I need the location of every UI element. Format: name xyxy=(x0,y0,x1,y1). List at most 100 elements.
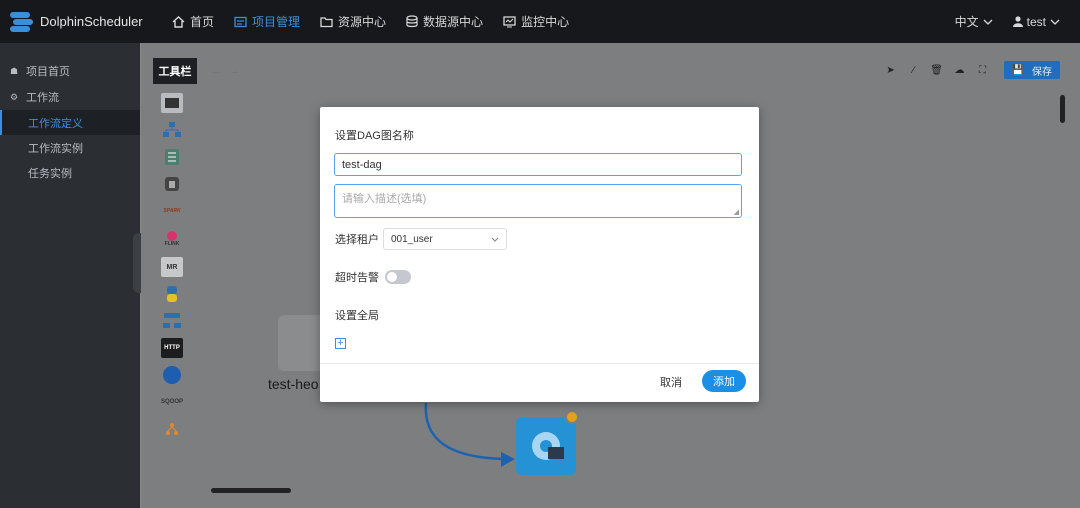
tool-label: SQOOP xyxy=(161,399,184,405)
dialog-footer-divider xyxy=(320,363,759,364)
flink-icon xyxy=(167,231,177,241)
sidebar-item-workflow-definition[interactable]: 工作流定义 xyxy=(0,110,140,135)
toolbar-arrows: ← → xyxy=(211,66,240,77)
sql-icon xyxy=(165,177,179,191)
dag-edge xyxy=(424,402,515,467)
conditions-icon xyxy=(166,423,178,435)
tenant-value: 001_user xyxy=(391,233,433,245)
python-icon xyxy=(167,286,177,302)
home-icon xyxy=(172,15,185,28)
home-icon: ☗ xyxy=(10,65,19,76)
project-icon xyxy=(234,16,247,27)
sidebar-item-label: 项目首页 xyxy=(26,66,70,78)
save-icon: 💾 xyxy=(1011,64,1024,76)
global-params-label: 设置全局 xyxy=(335,310,379,322)
timeout-alarm-switch[interactable] xyxy=(385,270,411,284)
tool-dependent[interactable] xyxy=(161,311,183,331)
fullscreen-icon[interactable]: ⛶ xyxy=(976,63,990,77)
tool-flink[interactable]: FLINK xyxy=(161,228,183,250)
task-tool-palette: SPARK FLINK MR HTTP SQOOP xyxy=(161,93,185,446)
user-menu[interactable]: test xyxy=(1012,14,1060,29)
dag-node-label: test-heo xyxy=(268,376,319,392)
tool-label: FLINK xyxy=(164,241,180,247)
folder-icon xyxy=(320,16,333,27)
nav-item-label: 项目管理 xyxy=(252,15,301,29)
chevron-down-icon xyxy=(491,237,499,242)
description-placeholder: 请输入描述(选填) xyxy=(342,193,427,205)
nav-item-project[interactable]: 项目管理 xyxy=(234,13,300,30)
delete-icon[interactable]: 🗑 xyxy=(930,63,944,77)
database-icon xyxy=(406,15,418,28)
tool-python[interactable] xyxy=(161,284,183,304)
procedure-icon xyxy=(165,149,179,165)
save-label: 保存 xyxy=(1032,66,1052,78)
app-logo[interactable]: DolphinScheduler xyxy=(0,9,160,35)
app-name: DolphinScheduler xyxy=(40,14,143,29)
tool-conditions[interactable] xyxy=(161,419,183,439)
monitor-icon xyxy=(503,15,516,28)
description-textarea[interactable]: 请输入描述(选填) ◢ xyxy=(334,184,742,218)
sidebar-item-label: 工作流 xyxy=(26,92,59,104)
vertical-scrollbar[interactable] xyxy=(1060,95,1065,123)
gear-icon xyxy=(532,432,564,460)
tool-label: SPARK xyxy=(163,208,181,214)
dag-name-input[interactable]: test-dag xyxy=(334,153,742,176)
add-global-param-button[interactable]: + xyxy=(335,338,346,349)
top-nav: DolphinScheduler 首页 项目管理 资源中心 数据源中心 监控中心… xyxy=(0,0,1080,43)
node-status-dot xyxy=(565,410,579,424)
tool-datax[interactable] xyxy=(161,365,183,385)
tenant-select[interactable]: 001_user xyxy=(383,228,507,250)
nav-item-resource[interactable]: 资源中心 xyxy=(320,13,386,30)
dag-node-shell-new[interactable] xyxy=(516,417,576,475)
sidebar-item-workflow-instance[interactable]: 工作流实例 xyxy=(0,135,140,160)
nav-item-home[interactable]: 首页 xyxy=(172,13,214,30)
tool-spark[interactable]: SPARK xyxy=(161,201,183,221)
language-switch[interactable]: 中文 xyxy=(955,13,993,30)
sidebar-item-task-instance[interactable]: 任务实例 xyxy=(0,160,140,185)
tool-label: MR xyxy=(166,263,178,271)
language-label: 中文 xyxy=(954,15,979,29)
tool-sub-process[interactable] xyxy=(161,120,183,140)
terminal-icon xyxy=(165,98,179,108)
dialog-title: 设置DAG图名称 xyxy=(335,130,414,142)
switch-knob xyxy=(387,272,397,282)
timeout-alarm-label: 超时告警 xyxy=(335,272,379,284)
nav-item-label: 首页 xyxy=(190,15,215,29)
dag-name-dialog: 设置DAG图名称 test-dag 请输入描述(选填) ◢ 选择租户 001_u… xyxy=(320,107,759,402)
nav-item-label: 资源中心 xyxy=(338,15,387,29)
nav-item-monitor[interactable]: 监控中心 xyxy=(503,13,569,30)
user-name: test xyxy=(1026,14,1046,29)
sidebar-item-workflow[interactable]: ⚙ 工作流 xyxy=(0,84,140,110)
nav-item-label: 监控中心 xyxy=(521,15,570,29)
chevron-down-icon xyxy=(983,19,993,25)
line-icon[interactable]: ∕ xyxy=(907,63,921,77)
tool-sql[interactable] xyxy=(161,174,183,194)
save-button[interactable]: 💾 保存 xyxy=(1003,61,1060,79)
toolbar-label: 工具栏 xyxy=(153,58,197,84)
gear-icon: ⚙ xyxy=(10,91,19,102)
horizontal-scrollbar[interactable] xyxy=(211,488,291,493)
pointer-icon[interactable]: ➤ xyxy=(884,63,898,77)
nav-item-datasource[interactable]: 数据源中心 xyxy=(406,13,483,30)
sidebar: ☗ 项目首页 ⚙ 工作流 工作流定义 工作流实例 任务实例 xyxy=(0,43,140,508)
cancel-button[interactable]: 取消 xyxy=(660,371,682,393)
datax-icon xyxy=(163,366,181,384)
resize-handle-icon[interactable]: ◢ xyxy=(734,208,739,216)
plus-icon: + xyxy=(337,337,344,349)
nav-item-label: 数据源中心 xyxy=(423,15,484,29)
tool-procedure[interactable] xyxy=(161,147,183,167)
tool-shell[interactable] xyxy=(161,93,183,113)
logo-icon xyxy=(8,9,34,35)
sidebar-item-project-home[interactable]: ☗ 项目首页 xyxy=(0,58,140,84)
tool-label: HTTP xyxy=(164,345,180,351)
tenant-label: 选择租户 xyxy=(335,234,379,246)
download-icon[interactable]: ☁ xyxy=(953,63,967,77)
add-button[interactable]: 添加 xyxy=(702,370,746,392)
sub-process-icon xyxy=(163,122,181,137)
user-icon xyxy=(1012,16,1023,27)
tool-sqoop[interactable]: SQOOP xyxy=(161,392,183,412)
dependent-icon xyxy=(163,313,181,328)
tool-http[interactable]: HTTP xyxy=(161,338,183,358)
tool-mr[interactable]: MR xyxy=(161,257,183,277)
chevron-down-icon xyxy=(1050,19,1060,25)
